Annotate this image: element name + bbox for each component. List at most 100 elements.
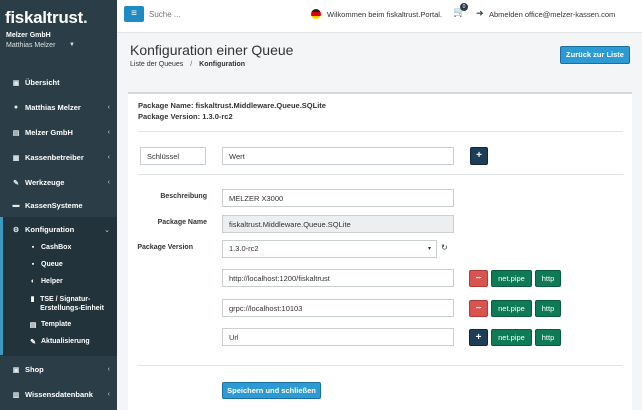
chevron-left-icon: ‹ bbox=[107, 366, 110, 373]
chevron-down-icon: ▾ bbox=[427, 246, 431, 252]
http-button[interactable]: http bbox=[535, 300, 561, 317]
briefcase-icon: ▤ bbox=[12, 129, 20, 137]
http-button[interactable]: http bbox=[535, 270, 561, 287]
key-input[interactable] bbox=[140, 147, 206, 165]
remove-url-button[interactable]: − bbox=[469, 270, 488, 287]
sidebar-subitem-label: TSE / Signatur-Erstellungs-Einheit bbox=[40, 296, 104, 312]
user-icon: ● bbox=[13, 104, 19, 111]
pos-icon: ▬ bbox=[12, 202, 20, 209]
package-version-info: Package Version: 1.3.0-rc2 bbox=[138, 112, 233, 121]
brand-dot: . bbox=[82, 8, 88, 27]
top-bar: ≡ Wilkommen beim fiskaltrust.Portal. 🛒 0… bbox=[117, 0, 642, 33]
breadcrumb-separator: / bbox=[190, 61, 193, 68]
chevron-left-icon: ‹ bbox=[107, 179, 110, 186]
sidebar-subitem-cashbox[interactable]: ▪ CashBox bbox=[0, 244, 117, 258]
hamburger-menu-button[interactable]: ≡ bbox=[124, 6, 144, 22]
netpipe-button[interactable]: net.pipe bbox=[491, 270, 532, 287]
update-icon: ✎ bbox=[30, 339, 36, 346]
http-button[interactable]: http bbox=[535, 329, 561, 346]
store-icon: ▦ bbox=[12, 154, 20, 162]
value-input[interactable] bbox=[222, 147, 454, 165]
package-version-select[interactable]: 1.3.0-rc2 ▾ bbox=[222, 240, 437, 258]
hamburger-icon: ≡ bbox=[131, 8, 137, 19]
sidebar-subitem-aktualisierung[interactable]: ✎ Aktualisierung bbox=[0, 338, 117, 352]
refresh-icon[interactable]: ↻ bbox=[441, 243, 448, 252]
sidebar-subitem-helper[interactable]: ◐ Helper bbox=[0, 278, 117, 292]
sidebar-subitem-label: CashBox bbox=[41, 244, 72, 251]
sidebar-item-werkzeuge[interactable]: ✎ Werkzeuge ‹ bbox=[0, 170, 117, 195]
sidebar-subitem-label: Aktualisierung bbox=[41, 338, 90, 345]
welcome-text: Wilkommen beim fiskaltrust.Portal. bbox=[327, 10, 443, 19]
sidebar-subitem-label: Queue bbox=[41, 261, 63, 268]
org-name: Melzer GmbH bbox=[6, 32, 51, 39]
sidebar-item-label: Werkzeuge bbox=[25, 178, 65, 187]
divider bbox=[138, 131, 623, 132]
netpipe-button[interactable]: net.pipe bbox=[491, 329, 532, 346]
package-name-info: Package Name: fiskaltrust.Middleware.Que… bbox=[138, 101, 326, 110]
url-input-2[interactable] bbox=[222, 299, 454, 317]
logout-link[interactable]: Abmelden office@melzer-kassen.com bbox=[489, 10, 615, 19]
template-icon: ▤ bbox=[29, 322, 37, 329]
chevron-down-icon: ⌄ bbox=[104, 226, 110, 234]
divider bbox=[138, 365, 623, 366]
cogs-icon: ⚙ bbox=[12, 226, 20, 234]
description-input[interactable] bbox=[222, 189, 454, 207]
sidebar-item-label: Matthias Melzer bbox=[25, 103, 81, 112]
divider bbox=[138, 174, 623, 175]
chevron-left-icon: ‹ bbox=[107, 391, 110, 398]
german-flag-icon[interactable] bbox=[311, 9, 321, 19]
sidebar-item-wissensdatenbank[interactable]: ▥ Wissensdatenbank ‹ bbox=[0, 382, 117, 407]
sidebar-item-kassensysteme[interactable]: ▬ KassenSysteme bbox=[0, 193, 117, 218]
url-input-new[interactable] bbox=[222, 328, 454, 346]
package-name-field bbox=[222, 215, 454, 233]
user-menu[interactable]: Matthias Melzer bbox=[6, 42, 55, 49]
active-indicator bbox=[0, 217, 3, 355]
page-title: Konfiguration einer Queue bbox=[130, 42, 294, 58]
sidebar-subitem-queue[interactable]: ▪ Queue bbox=[0, 261, 117, 275]
queue-icon: ▪ bbox=[31, 261, 35, 268]
sidebar-item-konfiguration[interactable]: ⚙ Konfiguration ⌄ bbox=[0, 217, 117, 242]
package-version-label: Package Version bbox=[137, 244, 193, 251]
breadcrumb: Liste der Queues / Konfiguration bbox=[130, 61, 245, 68]
shop-icon: ▣ bbox=[12, 366, 20, 374]
sidebar-item-label: Melzer GmbH bbox=[25, 128, 73, 137]
back-to-list-button[interactable]: Zurück zur Liste bbox=[560, 46, 630, 64]
sidebar-item-label: Übersicht bbox=[25, 78, 60, 87]
sidebar-item-shop[interactable]: ▣ Shop ‹ bbox=[0, 357, 117, 382]
brand-logo[interactable]: fiskaltrust. bbox=[5, 8, 88, 28]
signature-icon: ▮ bbox=[30, 296, 35, 303]
sidebar-item-company[interactable]: ▤ Melzer GmbH ‹ bbox=[0, 120, 117, 145]
add-keyvalue-button[interactable]: + bbox=[470, 147, 488, 165]
search-input[interactable] bbox=[149, 7, 279, 22]
breadcrumb-link-queues[interactable]: Liste der Queues bbox=[130, 61, 183, 68]
sidebar-subitem-label: Helper bbox=[41, 278, 63, 285]
chevron-left-icon: ‹ bbox=[107, 104, 110, 111]
cart-count-badge: 0 bbox=[460, 3, 468, 11]
sidebar-subitem-tse[interactable]: ▮ TSE / Signatur-Erstellungs-Einheit bbox=[0, 295, 117, 319]
sidebar-item-label: Wissensdatenbank bbox=[25, 390, 93, 399]
brand-text: fiskaltrust bbox=[5, 8, 83, 27]
breadcrumb-current: Konfiguration bbox=[199, 61, 246, 68]
helper-icon: ◐ bbox=[30, 278, 36, 285]
caret-down-icon[interactable]: ▼ bbox=[69, 42, 75, 48]
netpipe-button[interactable]: net.pipe bbox=[491, 300, 532, 317]
book-icon: ▥ bbox=[12, 391, 20, 399]
package-version-selected: 1.3.0-rc2 bbox=[229, 244, 259, 253]
sidebar-item-label: Shop bbox=[25, 365, 44, 374]
sidebar-item-kassenbetreiber[interactable]: ▦ Kassenbetreiber ‹ bbox=[0, 145, 117, 170]
save-and-close-button[interactable]: Speichern und schließen bbox=[222, 382, 321, 399]
url-input-1[interactable] bbox=[222, 269, 454, 287]
logout-icon[interactable]: ➜ bbox=[476, 8, 484, 19]
chevron-left-icon: ‹ bbox=[107, 129, 110, 136]
sidebar-subitem-template[interactable]: ▤ Template bbox=[0, 321, 117, 335]
chevron-left-icon: ‹ bbox=[107, 154, 110, 161]
add-url-button[interactable]: + bbox=[469, 329, 488, 346]
remove-url-button[interactable]: − bbox=[469, 300, 488, 317]
sidebar-subitem-label: Template bbox=[41, 321, 72, 328]
description-label: Beschreibung bbox=[160, 193, 207, 200]
sidebar-item-user[interactable]: ● Matthias Melzer ‹ bbox=[0, 95, 117, 120]
cashbox-icon: ▪ bbox=[31, 244, 35, 251]
sidebar-item-uebersicht[interactable]: ▣ Übersicht bbox=[0, 70, 117, 95]
package-name-label: Package Name bbox=[157, 219, 207, 226]
wrench-icon: ✎ bbox=[13, 179, 19, 187]
